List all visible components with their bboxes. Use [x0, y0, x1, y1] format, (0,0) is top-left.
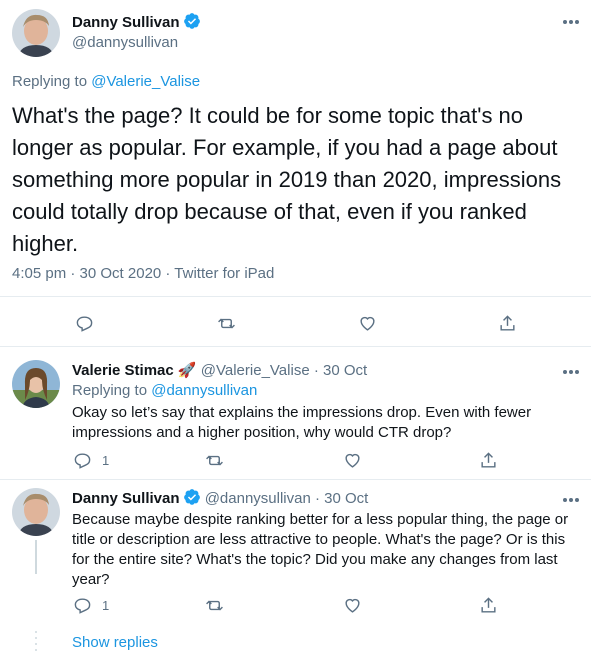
like-icon [345, 453, 360, 468]
replying-to-line: Replying to @dannysullivan [72, 382, 257, 399]
share-button[interactable] [479, 596, 498, 615]
tweet-timestamp[interactable]: 4:05 pm · 30 Oct 2020 · Twitter for iPad [12, 265, 274, 282]
author-handle[interactable]: @Valerie_Valise [201, 362, 310, 379]
more-icon[interactable] [562, 492, 580, 510]
replying-prefix: Replying to [72, 382, 152, 399]
like-button[interactable] [343, 596, 362, 615]
divider [0, 479, 591, 480]
author-block: Danny Sullivan @dannysullivan [72, 12, 201, 53]
retweet-icon [206, 455, 223, 466]
retweet-button[interactable] [217, 314, 236, 333]
reply-icon [74, 598, 91, 614]
verified-badge-icon [183, 12, 201, 30]
reply-count: 1 [102, 453, 110, 468]
author-name[interactable]: Valerie Stimac [72, 362, 174, 379]
rocket-emoji: 🚀 [177, 362, 197, 379]
thread-dots [35, 630, 37, 654]
like-icon [345, 598, 360, 613]
more-icon[interactable] [562, 14, 580, 32]
like-button[interactable] [343, 451, 362, 470]
reply-date[interactable]: · 30 Oct [315, 490, 368, 507]
avatar[interactable] [12, 360, 60, 408]
tweet-text: What's the page? It could be for some to… [12, 103, 562, 256]
retweet-icon [218, 318, 235, 329]
like-button[interactable] [358, 314, 377, 333]
avatar[interactable] [12, 488, 60, 536]
reply-text: Okay so let’s say that explains the impr… [72, 404, 532, 441]
retweet-icon [206, 600, 223, 611]
divider [0, 296, 591, 297]
show-replies-link[interactable]: Show replies [72, 634, 158, 651]
retweet-button[interactable] [205, 451, 224, 470]
share-button[interactable] [498, 314, 517, 333]
reply-button[interactable]: 1 [73, 451, 109, 470]
more-icon[interactable] [562, 364, 580, 382]
replying-prefix: Replying to [12, 73, 92, 90]
reply-header: Danny Sullivan @dannysullivan · 30 Oct [72, 488, 368, 507]
reply-date[interactable]: · 30 Oct [314, 362, 367, 379]
reply-button[interactable]: 1 [73, 596, 109, 615]
share-icon [500, 315, 515, 331]
replying-to-link[interactable]: @Valerie_Valise [91, 73, 200, 90]
reply-text: Because maybe despite ranking better for… [72, 511, 569, 588]
verified-badge-icon [183, 488, 201, 506]
replying-to-line: Replying to @Valerie_Valise [12, 73, 200, 90]
share-icon [481, 597, 496, 613]
reply-button[interactable] [75, 314, 94, 333]
avatar[interactable] [12, 9, 60, 57]
replying-to-link[interactable]: @dannysullivan [151, 382, 257, 399]
reply-icon [76, 316, 93, 332]
like-icon [360, 316, 375, 331]
reply-header: Valerie Stimac 🚀 @Valerie_Valise · 30 Oc… [72, 361, 367, 379]
reply-count: 1 [102, 598, 110, 613]
author-handle[interactable]: @dannysullivan [72, 33, 201, 53]
retweet-button[interactable] [205, 596, 224, 615]
author-name[interactable]: Danny Sullivan [72, 14, 180, 31]
divider [0, 346, 591, 347]
share-icon [481, 452, 496, 468]
thread-line [35, 540, 37, 574]
author-name[interactable]: Danny Sullivan [72, 490, 180, 507]
author-handle[interactable]: @dannysullivan [205, 490, 311, 507]
reply-icon [74, 453, 91, 469]
share-button[interactable] [479, 451, 498, 470]
